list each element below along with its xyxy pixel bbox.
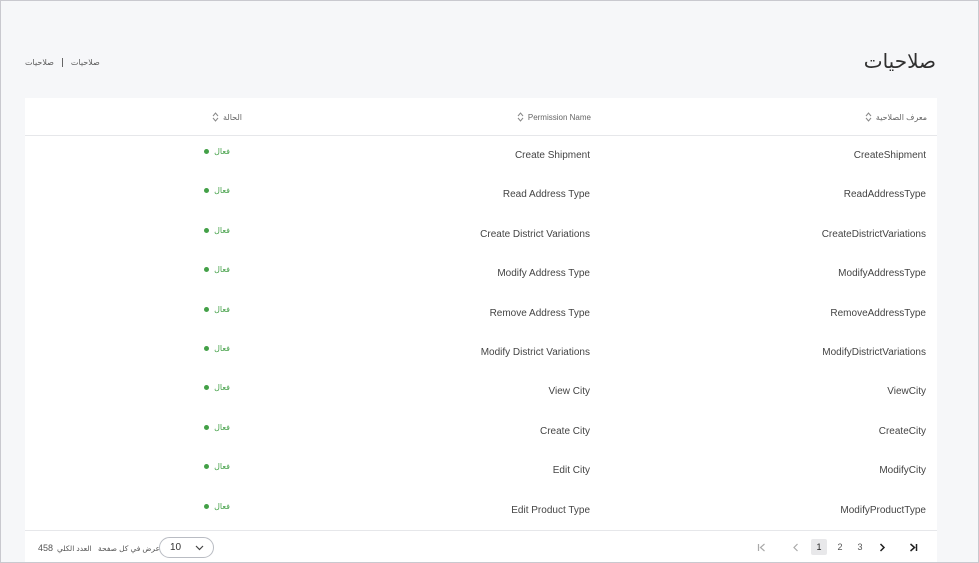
permission-id-cell: ModifyAddressType xyxy=(838,268,926,280)
sort-icon xyxy=(212,112,219,122)
permission-name-cell: Edit Product Type xyxy=(511,504,590,516)
permission-name-cell: Edit City xyxy=(552,465,590,477)
permission-id-cell: ModifyCity xyxy=(879,465,926,477)
breadcrumb-parent-link[interactable]: صلاحيات xyxy=(71,58,100,67)
column-header-permission-name[interactable]: Permission Name xyxy=(517,111,591,123)
table-row[interactable]: ModifyCity Edit City فعال xyxy=(25,451,937,490)
status-dot-icon xyxy=(204,149,210,154)
status-cell: فعال xyxy=(204,423,230,432)
status-dot-icon xyxy=(204,188,210,194)
table-row[interactable]: CreateShipment Create Shipment فعال xyxy=(25,136,937,175)
chevron-right-icon xyxy=(879,542,885,552)
status-label: فعال xyxy=(214,147,230,156)
total-count-value: 458 xyxy=(38,543,54,553)
sort-icon xyxy=(865,112,872,122)
status-label: فعال xyxy=(214,501,230,511)
status-dot-icon xyxy=(204,267,210,273)
status-dot-icon xyxy=(204,345,210,351)
last-page-button[interactable] xyxy=(907,539,919,555)
permissions-table-card: معرف الصلاحية Permission Name الحالة Cre… xyxy=(25,98,937,562)
status-label: فعال xyxy=(214,304,230,314)
column-header-label: الحالة xyxy=(223,112,242,122)
permission-name-cell: Create City xyxy=(539,425,590,437)
status-dot-icon xyxy=(204,424,210,430)
permission-id-cell: RemoveAddressType xyxy=(830,307,926,319)
status-label: فعال xyxy=(214,343,230,353)
permission-id-cell: CreateCity xyxy=(878,425,926,437)
chevron-left-icon xyxy=(792,543,798,551)
column-header-permission-id[interactable]: معرف الصلاحية xyxy=(865,111,927,123)
status-cell: فعال xyxy=(204,147,230,156)
status-label: فعال xyxy=(214,265,230,275)
status-label: فعال xyxy=(214,462,230,472)
status-dot-icon xyxy=(204,503,210,509)
table-header: معرف الصلاحية Permission Name الحالة xyxy=(25,98,937,136)
breadcrumb-separator xyxy=(61,58,63,67)
permission-id-cell: ModifyProductType xyxy=(840,504,926,516)
total-count-label: العدد الكلي xyxy=(57,543,92,553)
per-page-value: 10 xyxy=(170,542,182,553)
column-header-label: معرف الصلاحية xyxy=(875,112,927,122)
status-label: فعال xyxy=(214,383,230,393)
status-cell: فعال xyxy=(204,265,230,274)
first-page-icon xyxy=(757,543,765,551)
table-row[interactable]: CreateCity Create City فعال xyxy=(25,412,937,451)
permission-name-cell: Modify Address Type xyxy=(497,268,590,280)
page-button-1[interactable]: 1 xyxy=(811,539,827,555)
table-row[interactable]: ModifyProductType Edit Product Type فعال xyxy=(25,491,937,530)
page-button-2[interactable]: 2 xyxy=(833,539,847,555)
status-cell: فعال xyxy=(204,344,230,353)
page-button-3[interactable]: 3 xyxy=(853,539,867,555)
next-page-button[interactable] xyxy=(876,539,888,555)
permission-id-cell: ModifyDistrictVariations xyxy=(822,346,926,358)
status-dot-icon xyxy=(204,464,210,470)
previous-page-button[interactable] xyxy=(789,539,801,555)
status-cell: فعال xyxy=(204,305,230,314)
permission-id-cell: ReadAddressType xyxy=(843,189,926,201)
status-label: فعال xyxy=(214,186,230,196)
permission-name-cell: Create District Variations xyxy=(480,228,590,240)
table-body: CreateShipment Create Shipment فعال Read… xyxy=(25,136,937,530)
permission-name-cell: Create Shipment xyxy=(514,150,590,161)
first-page-button[interactable] xyxy=(755,539,767,555)
status-cell: فعال xyxy=(204,226,230,235)
status-label: فعال xyxy=(214,225,230,235)
total-count: 458 العدد الكلي xyxy=(38,543,92,553)
status-cell: فعال xyxy=(204,186,230,195)
permission-name-cell: View City xyxy=(548,386,591,398)
pagination: 1 2 3 xyxy=(755,539,925,557)
permission-name-cell: Read Address Type xyxy=(502,189,590,201)
breadcrumb: صلاحيات صلاحيات xyxy=(25,58,100,67)
status-cell: فعال xyxy=(204,383,230,392)
permission-name-cell: Remove Address Type xyxy=(489,307,590,319)
status-dot-icon xyxy=(204,306,210,312)
permission-id-cell: ViewCity xyxy=(887,386,926,398)
status-label: فعال xyxy=(214,422,230,432)
last-page-icon xyxy=(909,542,917,552)
per-page-label: عرض في كل صفحة xyxy=(98,544,161,553)
table-row[interactable]: RemoveAddressType Remove Address Type فع… xyxy=(25,294,937,333)
table-row[interactable]: ModifyDistrictVariations Modify District… xyxy=(25,333,937,372)
permission-name-cell: Modify District Variations xyxy=(480,346,590,358)
column-header-label: Permission Name xyxy=(527,112,591,122)
status-cell: فعال xyxy=(204,502,230,511)
table-row[interactable]: ModifyAddressType Modify Address Type فع… xyxy=(25,254,937,293)
sort-icon xyxy=(517,112,524,122)
app-window: صلاحيات صلاحيات صلاحيات معرف الصلاحية Pe… xyxy=(0,0,979,563)
column-header-status[interactable]: الحالة xyxy=(212,111,242,123)
status-dot-icon xyxy=(204,227,210,233)
table-row[interactable]: CreateDistrictVariations Create District… xyxy=(25,215,937,254)
permission-id-cell: CreateShipment xyxy=(853,150,926,161)
page-title: صلاحيات xyxy=(863,51,936,73)
breadcrumb-current: صلاحيات xyxy=(25,58,54,67)
status-dot-icon xyxy=(204,385,210,391)
table-footer: 458 العدد الكلي عرض في كل صفحة 10 1 2 3 xyxy=(25,530,937,562)
chevron-down-icon xyxy=(195,545,204,550)
table-row[interactable]: ReadAddressType Read Address Type فعال xyxy=(25,175,937,214)
permission-id-cell: CreateDistrictVariations xyxy=(821,228,926,240)
table-row[interactable]: ViewCity View City فعال xyxy=(25,372,937,411)
per-page-select[interactable]: 10 xyxy=(159,537,214,558)
status-cell: فعال xyxy=(204,462,230,471)
